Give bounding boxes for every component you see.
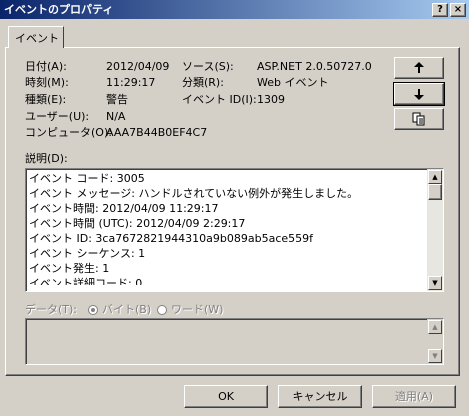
previous-event-button[interactable] [394,57,444,79]
byte-label: バイト(B) [102,303,152,316]
type-label: 種類(E): [25,93,67,106]
computer-label: コンピュータ(O): [25,126,112,139]
apply-button[interactable]: 適用(A) [372,385,456,408]
user-value: N/A [106,110,126,123]
scroll-down-icon[interactable]: ▼ [428,276,442,290]
copy-icon [412,112,425,126]
date-label: 日付(A): [25,60,67,73]
description-line: イベント コード: 3005 [29,172,145,185]
data-textarea[interactable]: ▲ ▼ [25,318,444,365]
description-textarea[interactable]: イベント コード: 3005 イベント メッセージ: ハンドルされていない例外が… [25,168,444,292]
next-event-button[interactable] [393,82,445,106]
ok-button[interactable]: OK [184,385,268,408]
scroll-down-icon[interactable]: ▼ [428,349,442,363]
source-label: ソース(S): [182,60,234,73]
help-button[interactable]: ? [432,3,448,17]
title-bar: イベントのプロパティ [0,0,469,19]
time-value: 11:29:17 [106,76,156,89]
description-line: イベント シーケンス: 1 [29,247,146,260]
tab-event[interactable]: イベント [8,26,64,48]
event-id-value: 1309 [257,93,285,106]
scroll-up-icon[interactable]: ▲ [428,320,442,334]
arrow-down-icon [414,89,424,100]
description-line: イベント時間: 2012/04/09 11:29:17 [29,202,219,215]
category-label: 分類(R): [182,76,224,89]
data-scrollbar[interactable]: ▲ ▼ [427,319,443,364]
category-value: Web イベント [257,76,329,89]
computer-value: AAA7B44B0EF4C7 [106,126,208,139]
date-value: 2012/04/09 [106,60,170,73]
description-line: イベント詳細コード: 0 [29,277,143,285]
scroll-up-icon[interactable]: ▲ [428,170,442,184]
source-value: ASP.NET 2.0.50727.0 [257,60,372,73]
description-label: 説明(D): [25,152,68,165]
tab-event-label: イベント [15,32,59,45]
type-value: 警告 [106,93,128,106]
close-button[interactable]: × [450,3,466,17]
description-line: イベント時間 (UTC): 2012/04/09 2:29:17 [29,217,246,230]
word-radio[interactable] [157,305,167,315]
description-line: イベント メッセージ: ハンドルされていない例外が発生しました。 [29,187,359,200]
arrow-up-icon [414,62,424,73]
copy-button[interactable] [394,108,444,130]
word-label: ワード(W) [171,303,224,316]
event-id-label: イベント ID(I): [182,93,257,106]
description-line: イベント発生: 1 [29,262,110,275]
description-content: イベント コード: 3005 イベント メッセージ: ハンドルされていない例外が… [26,171,426,285]
description-scrollbar[interactable]: ▲ ▼ [427,169,443,291]
description-line: イベント ID: 3ca7672821944310a9b089ab5ace559… [29,232,314,245]
scroll-thumb[interactable] [428,184,442,200]
byte-radio[interactable] [88,305,98,315]
data-label: データ(T): [25,303,78,316]
cancel-button[interactable]: キャンセル [278,385,362,408]
user-label: ユーザー(U): [25,110,90,123]
window-title: イベントのプロパティ [4,3,114,16]
time-label: 時刻(M): [25,76,69,89]
